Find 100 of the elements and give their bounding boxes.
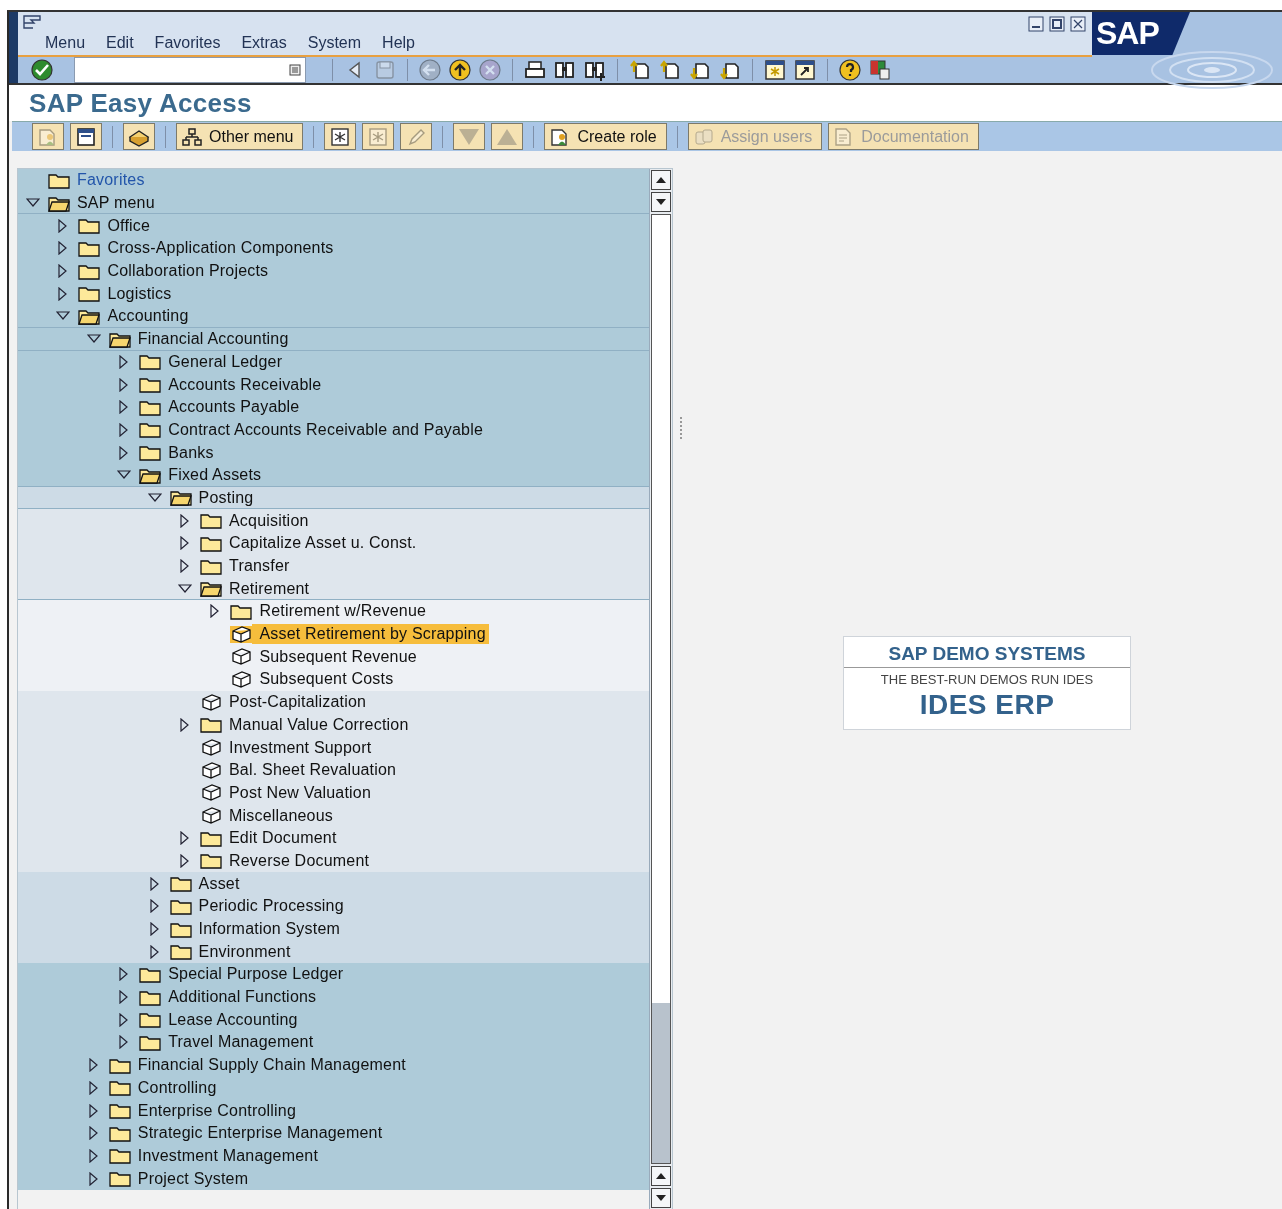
tree-item-label[interactable]: Post-Capitalization	[229, 692, 370, 713]
tree-item-label[interactable]: Retirement w/Revenue	[259, 601, 430, 622]
folder-icon	[139, 353, 162, 371]
tree-item-label[interactable]: Capitalize Asset u. Const.	[229, 533, 420, 554]
cube-icon	[200, 761, 222, 779]
tree-item-label[interactable]: Periodic Processing	[198, 896, 347, 917]
folder-icon	[48, 171, 70, 189]
menu-item[interactable]: Extras	[241, 34, 287, 52]
tree-item-label[interactable]: Bal. Sheet Revaluation	[229, 760, 400, 781]
tree-item-label[interactable]: Subsequent Costs	[259, 669, 397, 690]
sap-menu-button[interactable]	[70, 123, 102, 151]
scroll-up-button[interactable]	[651, 170, 671, 190]
menu-item[interactable]: Favorites	[154, 34, 221, 52]
scroll-down-button[interactable]	[651, 192, 671, 212]
maximize-icon[interactable]	[1049, 16, 1065, 32]
folder-icon	[108, 1147, 131, 1165]
tree-item-label[interactable]: Transfer	[229, 556, 293, 577]
tree-item-label[interactable]: Reverse Document	[229, 850, 373, 871]
open-folder-icon	[169, 489, 192, 507]
folder-icon	[169, 897, 192, 915]
tree-item-label[interactable]: Contract Accounts Receivable and Payable	[168, 419, 487, 440]
tree-item-label[interactable]: Accounts Receivable	[168, 374, 325, 395]
open-folder-icon	[108, 330, 131, 348]
tree-item-label[interactable]: Edit Document	[229, 828, 340, 849]
tree-item-label[interactable]: Acquisition	[229, 510, 312, 531]
tree-item-label[interactable]: Environment	[198, 941, 294, 962]
enter-icon[interactable]	[30, 58, 54, 82]
vertical-scrollbar[interactable]	[649, 169, 672, 1209]
menu-item[interactable]: Help	[382, 34, 415, 52]
other-menu-button[interactable]: Other menu	[176, 123, 304, 151]
new-session-icon[interactable]	[763, 58, 787, 82]
open-folder-icon	[139, 466, 162, 484]
tree-item-label[interactable]: Controlling	[137, 1077, 220, 1098]
scroll-thumb[interactable]	[652, 1003, 670, 1163]
tree-item-label[interactable]: Office	[107, 215, 154, 236]
favorites-button[interactable]	[123, 123, 155, 151]
tree-item-label[interactable]: Fixed Assets	[168, 465, 265, 486]
cube-icon	[230, 670, 253, 688]
tree-item-label[interactable]: Collaboration Projects	[107, 261, 272, 282]
tree-item-label[interactable]: Information System	[198, 919, 344, 940]
minimize-icon[interactable]	[1028, 16, 1044, 32]
folder-icon	[200, 557, 222, 575]
tree-item-label[interactable]: Cross-Application Components	[107, 238, 337, 259]
folder-icon	[200, 534, 222, 552]
cube-icon	[200, 784, 222, 802]
tree-item-label[interactable]: Enterprise Controlling	[137, 1100, 300, 1121]
shortcut-icon[interactable]	[793, 58, 817, 82]
system-menu-icon[interactable]	[23, 15, 41, 29]
previous-page-icon[interactable]	[658, 58, 682, 82]
create-role-button[interactable]: Create role	[544, 123, 667, 151]
menu-item[interactable]: Menu	[45, 34, 86, 52]
exit-icon[interactable]	[448, 58, 472, 82]
history-icon[interactable]	[289, 64, 301, 76]
folder-icon	[139, 988, 162, 1006]
tree-item-label[interactable]: Travel Management	[168, 1032, 317, 1053]
menu-item[interactable]: Edit	[106, 34, 134, 52]
tree-item-label[interactable]: Posting	[198, 487, 257, 508]
tree-item-label[interactable]: Asset	[198, 873, 243, 894]
tree-item-label[interactable]: Favorites	[77, 170, 148, 191]
first-page-icon[interactable]	[628, 58, 652, 82]
add-favorite-button[interactable]	[324, 123, 357, 151]
down-arrow-icon	[656, 199, 666, 205]
tree-item-label[interactable]: Accounting	[107, 306, 192, 327]
tree-item-label[interactable]: General Ledger	[168, 351, 286, 372]
tree-item-label[interactable]: Financial Supply Chain Management	[137, 1055, 409, 1076]
cube-icon	[200, 693, 222, 711]
menu-item[interactable]: System	[307, 34, 362, 52]
help-icon[interactable]	[838, 58, 862, 82]
tree-item-label[interactable]: Lease Accounting	[168, 1009, 301, 1030]
tree-item-label[interactable]: Subsequent Revenue	[259, 646, 420, 667]
tree-item-label[interactable]: Post New Valuation	[229, 782, 375, 803]
tree-item-label[interactable]: Special Purpose Ledger	[168, 964, 347, 985]
tree-item-label[interactable]: Asset Retirement by Scrapping	[252, 624, 489, 645]
cube-icon	[200, 807, 222, 825]
tree-item-label[interactable]: Project System	[137, 1168, 252, 1189]
up-arrow-icon	[656, 1173, 666, 1179]
tree-item-label[interactable]: Manual Value Correction	[229, 714, 412, 735]
up-arrow-icon	[656, 177, 666, 183]
layout-icon[interactable]	[868, 58, 892, 82]
tree-item-label[interactable]: Additional Functions	[168, 987, 320, 1008]
tree-item-label[interactable]: SAP menu	[77, 193, 158, 214]
tree-item-label[interactable]: Logistics	[107, 283, 175, 304]
tree-item-label[interactable]: Accounts Payable	[168, 397, 303, 418]
splitter-handle[interactable]	[679, 416, 683, 441]
tree-item-label[interactable]: Retirement	[229, 578, 313, 599]
tree-item-label[interactable]: Banks	[168, 442, 217, 463]
command-field[interactable]	[74, 57, 306, 83]
screen-title: SAP Easy Access	[29, 87, 252, 119]
folder-icon	[169, 943, 192, 961]
tree-item-label[interactable]: Investment Management	[137, 1145, 322, 1166]
hierarchy-icon	[181, 126, 203, 147]
scroll-down-button[interactable]	[651, 1188, 671, 1208]
close-icon[interactable]	[1070, 16, 1086, 32]
tree-item-label[interactable]: Financial Accounting	[137, 329, 292, 350]
down-arrow-icon	[656, 1195, 666, 1201]
folder-icon	[78, 217, 101, 235]
scroll-up-button[interactable]	[651, 1166, 671, 1186]
tree-item-label[interactable]: Investment Support	[229, 737, 375, 758]
tree-item-label[interactable]: Strategic Enterprise Management	[137, 1123, 386, 1144]
tree-item-label[interactable]: Miscellaneous	[229, 805, 336, 826]
